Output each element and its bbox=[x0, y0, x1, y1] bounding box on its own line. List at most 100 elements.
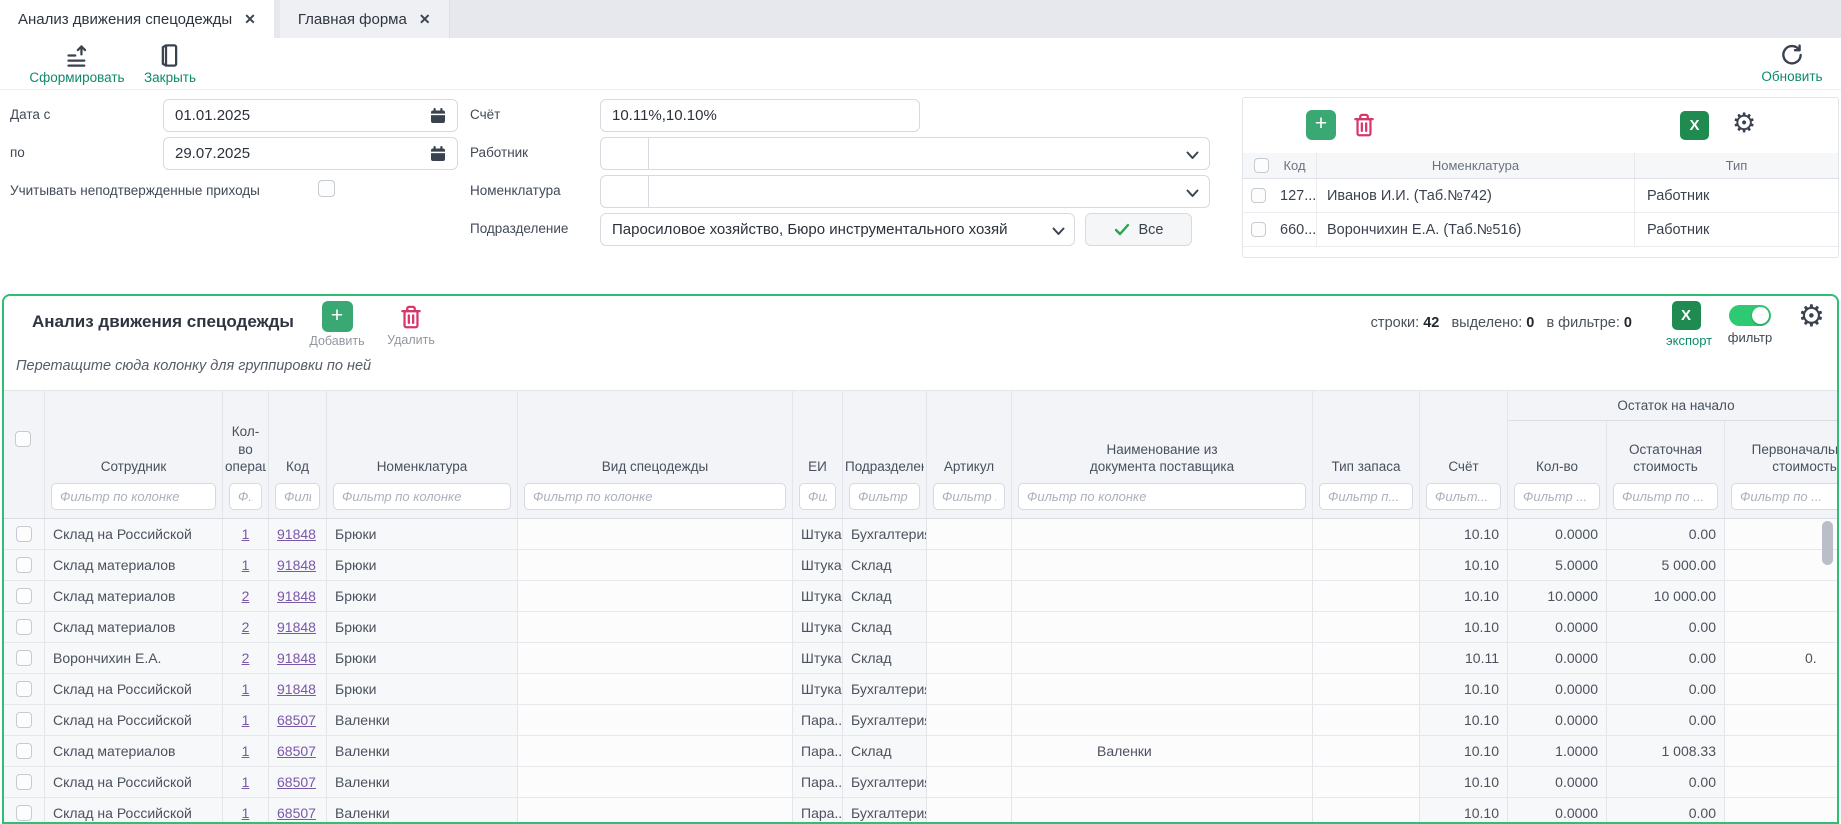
select-all-departments-button[interactable]: Все bbox=[1085, 213, 1192, 246]
calendar-icon[interactable] bbox=[428, 144, 448, 164]
table-row[interactable]: Склад на Российской168507ВаленкиПара...Б… bbox=[4, 705, 1837, 736]
column-filter-input[interactable] bbox=[51, 483, 216, 510]
worker-combo-segment[interactable] bbox=[601, 138, 649, 169]
cell-link[interactable]: 91848 bbox=[277, 619, 316, 635]
date-from-input[interactable] bbox=[163, 99, 458, 132]
column-title[interactable]: ЕИ bbox=[795, 458, 840, 476]
column-filter-input[interactable] bbox=[229, 483, 262, 510]
column-title[interactable]: Сотрудник bbox=[47, 458, 220, 476]
selection-row[interactable]: 660...Ворончихин Е.А. (Таб.№516)Работник bbox=[1243, 213, 1838, 247]
worker-combo[interactable] bbox=[600, 137, 1210, 170]
column-title[interactable]: Тип запаса bbox=[1315, 458, 1417, 476]
column-filter-input[interactable] bbox=[275, 483, 320, 510]
table-row[interactable]: Ворончихин Е.А.291848БрюкиШтукаСклад10.1… bbox=[4, 643, 1837, 674]
date-to-input[interactable] bbox=[163, 137, 458, 170]
cell-link[interactable]: 91848 bbox=[277, 588, 316, 604]
column-filter-input[interactable] bbox=[1514, 483, 1600, 510]
tab-main-form[interactable]: Главная форма bbox=[280, 0, 450, 38]
cell-link[interactable]: 1 bbox=[242, 681, 250, 697]
row-checkbox[interactable] bbox=[16, 619, 32, 635]
selection-row[interactable]: 127...Иванов И.И. (Таб.№742)Работник bbox=[1243, 179, 1838, 213]
column-filter-input[interactable] bbox=[933, 483, 1005, 510]
cell-link[interactable]: 1 bbox=[242, 526, 250, 542]
cell-link[interactable]: 68507 bbox=[277, 743, 316, 759]
column-title[interactable]: Вид спецодежды bbox=[520, 458, 790, 476]
account-input[interactable] bbox=[600, 99, 920, 132]
row-checkbox[interactable] bbox=[16, 712, 32, 728]
row-checkbox[interactable] bbox=[16, 526, 32, 542]
column-filter-input[interactable] bbox=[1426, 483, 1501, 510]
column-title[interactable]: Наименование из документа поставщика bbox=[1087, 441, 1237, 476]
column-title[interactable]: Первоначальная стоимость bbox=[1727, 441, 1837, 476]
delete-row-button[interactable]: Удалить bbox=[376, 301, 446, 347]
grid-export-button[interactable]: экспорт bbox=[1666, 301, 1706, 348]
row-checkbox[interactable] bbox=[16, 681, 32, 697]
cell-link[interactable]: 91848 bbox=[277, 650, 316, 666]
close-form-button[interactable]: Закрыть bbox=[134, 42, 206, 85]
table-row[interactable]: Склад на Российской168507ВаленкиПара...Б… bbox=[4, 767, 1837, 798]
column-filter-input[interactable] bbox=[799, 483, 836, 510]
cell-link[interactable]: 68507 bbox=[277, 712, 316, 728]
cell-link[interactable]: 91848 bbox=[277, 526, 316, 542]
column-title[interactable]: Код bbox=[271, 458, 324, 476]
calendar-icon[interactable] bbox=[428, 106, 448, 126]
cell-link[interactable]: 1 bbox=[242, 712, 250, 728]
column-title[interactable]: Артикул bbox=[929, 458, 1009, 476]
table-row[interactable]: Склад материалов291848БрюкиШтукаСклад10.… bbox=[4, 581, 1837, 612]
row-checkbox[interactable] bbox=[16, 743, 32, 759]
column-title[interactable]: Номенклатура bbox=[329, 458, 515, 476]
nomenclature-combo[interactable] bbox=[600, 175, 1210, 208]
table-row[interactable]: Склад на Российской191848БрюкиШтукаБухга… bbox=[4, 519, 1837, 550]
filter-toggle-switch[interactable] bbox=[1729, 305, 1771, 326]
cell-link[interactable]: 91848 bbox=[277, 681, 316, 697]
unconfirmed-checkbox[interactable] bbox=[318, 180, 335, 197]
table-row[interactable]: Склад на Российской191848БрюкиШтукаБухга… bbox=[4, 674, 1837, 705]
excel-export-button[interactable] bbox=[1680, 111, 1709, 140]
cell-link[interactable]: 2 bbox=[242, 650, 250, 666]
column-filter-input[interactable] bbox=[1319, 483, 1413, 510]
cell-link[interactable]: 2 bbox=[242, 619, 250, 635]
row-checkbox[interactable] bbox=[16, 557, 32, 573]
grid-filter-toggle[interactable]: фильтр bbox=[1722, 301, 1778, 345]
column-title[interactable]: Подразделение bbox=[845, 458, 924, 476]
nomenclature-combo-segment[interactable] bbox=[601, 176, 649, 207]
column-filter-input[interactable] bbox=[333, 483, 511, 510]
cell-link[interactable]: 1 bbox=[242, 743, 250, 759]
cell-link[interactable]: 68507 bbox=[277, 774, 316, 790]
column-title[interactable]: Остаточная стоимость bbox=[1609, 441, 1722, 476]
vertical-scrollbar-thumb[interactable] bbox=[1822, 521, 1833, 565]
row-checkbox[interactable] bbox=[16, 774, 32, 790]
generate-button[interactable]: Сформировать bbox=[22, 42, 132, 85]
table-row[interactable]: Склад на Российской168507ВаленкиПара...Б… bbox=[4, 798, 1837, 824]
row-checkbox[interactable] bbox=[1251, 188, 1266, 203]
row-checkbox[interactable] bbox=[16, 588, 32, 604]
column-filter-input[interactable] bbox=[849, 483, 920, 510]
column-filter-input[interactable] bbox=[1613, 483, 1718, 510]
close-tab-icon[interactable] bbox=[244, 11, 256, 28]
table-row[interactable]: Склад материалов291848БрюкиШтукаСклад10.… bbox=[4, 612, 1837, 643]
table-row[interactable]: Склад материалов191848БрюкиШтукаСклад10.… bbox=[4, 550, 1837, 581]
column-title[interactable]: Кол-во bbox=[1510, 458, 1604, 476]
delete-worker-button[interactable] bbox=[1351, 111, 1377, 139]
column-filter-input[interactable] bbox=[524, 483, 786, 510]
add-worker-button[interactable] bbox=[1306, 110, 1336, 140]
cell-link[interactable]: 1 bbox=[242, 557, 250, 573]
column-title[interactable]: Счёт bbox=[1422, 458, 1505, 476]
select-all-checkbox[interactable] bbox=[1254, 158, 1269, 173]
row-checkbox[interactable] bbox=[16, 650, 32, 666]
gear-icon[interactable] bbox=[1798, 302, 1825, 332]
cell-link[interactable]: 91848 bbox=[277, 557, 316, 573]
gear-icon[interactable] bbox=[1732, 109, 1756, 139]
refresh-button[interactable]: Обновить bbox=[1748, 42, 1836, 84]
add-row-button[interactable]: Добавить bbox=[302, 301, 372, 348]
column-title[interactable]: Кол-во операций bbox=[225, 423, 266, 476]
cell-link[interactable]: 2 bbox=[242, 588, 250, 604]
column-filter-input[interactable] bbox=[1731, 483, 1837, 510]
cell-link[interactable]: 1 bbox=[242, 774, 250, 790]
tab-analysis[interactable]: Анализ движения спецодежды bbox=[0, 0, 274, 38]
row-checkbox[interactable] bbox=[1251, 222, 1266, 237]
column-filter-input[interactable] bbox=[1018, 483, 1306, 510]
table-row[interactable]: Склад материалов168507ВаленкиПара...Скла… bbox=[4, 736, 1837, 767]
close-tab-icon[interactable] bbox=[419, 11, 431, 28]
department-select[interactable]: Паросиловое хозяйство, Бюро инструментал… bbox=[600, 213, 1075, 246]
